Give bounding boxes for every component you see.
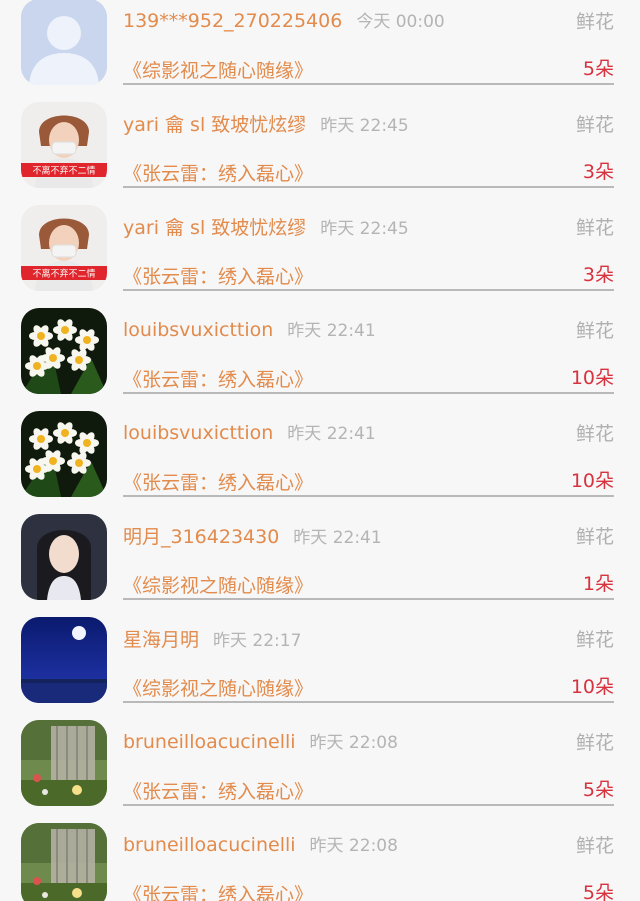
user-name[interactable]: bruneilloacucinelli 昨天 22:08 — [123, 728, 398, 753]
timestamp: 昨天 22:45 — [320, 219, 409, 239]
user-name[interactable]: louibsvuxicttion 昨天 22:41 — [123, 419, 376, 444]
user-name-text: yari 龠 sl 致坡忧炫缪 — [123, 217, 307, 239]
svg-text:不离不弃不二情: 不离不弃不二情 — [32, 268, 95, 280]
user-name-text: 明月_316423430 — [123, 526, 280, 548]
timestamp: 今天 00:00 — [356, 12, 445, 32]
gift-record-list: 139***952_270225406 今天 00:00 鲜花 《综影视之随心随缘… — [0, 0, 640, 901]
user-name-text: bruneilloacucinelli — [123, 834, 296, 856]
moon-night-avatar[interactable] — [21, 617, 107, 703]
user-name-text: bruneilloacucinelli — [123, 731, 296, 753]
book-title-link[interactable]: 《张云雷：绣入磊心》 — [123, 880, 313, 901]
flower-count: 1朵 — [582, 573, 614, 595]
book-title-link[interactable]: 《张云雷：绣入磊心》 — [123, 777, 313, 804]
user-name[interactable]: 星海月明 昨天 22:17 — [123, 625, 301, 652]
person-masked-avatar[interactable]: 不离不弃不二情 — [21, 102, 107, 188]
divider — [123, 701, 614, 703]
user-name[interactable]: yari 龠 sl 致坡忧炫缪 昨天 22:45 — [123, 213, 409, 240]
divider — [123, 392, 614, 394]
user-name-text: yari 龠 sl 致坡忧炫缪 — [123, 114, 307, 136]
gift-type-label: 鲜花 — [575, 526, 614, 548]
list-item[interactable]: 星海月明 昨天 22:17 鲜花 《综影视之随心随缘》 10朵 — [0, 601, 640, 704]
book-title-link[interactable]: 《综影视之随心随缘》 — [123, 674, 313, 701]
user-name[interactable]: 明月_316423430 昨天 22:41 — [123, 522, 382, 549]
list-item[interactable]: louibsvuxicttion 昨天 22:41 鲜花 《张云雷：绣入磊心》 1… — [0, 395, 640, 498]
timestamp: 昨天 22:41 — [287, 321, 376, 341]
flower-count: 5朵 — [582, 58, 614, 80]
timestamp: 昨天 22:08 — [309, 836, 398, 856]
divider — [123, 495, 614, 497]
list-item[interactable]: 不离不弃不二情 yari 龠 sl 致坡忧炫缪 昨天 22:45 鲜花 《张云雷：… — [0, 86, 640, 189]
gift-type-label: 鲜花 — [575, 732, 614, 754]
default-avatar[interactable] — [21, 0, 107, 85]
list-item[interactable]: bruneilloacucinelli 昨天 22:08 鲜花 《张云雷：绣入磊心… — [0, 704, 640, 807]
user-name[interactable]: 139***952_270225406 今天 00:00 — [123, 7, 445, 32]
book-title-link[interactable]: 《张云雷：绣入磊心》 — [123, 365, 313, 392]
daffodil-avatar[interactable] — [21, 308, 107, 394]
gift-type-label: 鲜花 — [575, 423, 614, 445]
timestamp: 昨天 22:41 — [293, 528, 382, 548]
flower-count: 10朵 — [570, 470, 614, 492]
gift-type-label: 鲜花 — [575, 835, 614, 857]
gift-type-label: 鲜花 — [575, 320, 614, 342]
user-name-text: 139***952_270225406 — [123, 10, 343, 32]
divider — [123, 804, 614, 806]
user-name[interactable]: bruneilloacucinelli 昨天 22:08 — [123, 831, 398, 856]
book-title-link[interactable]: 《张云雷：绣入磊心》 — [123, 262, 313, 289]
user-name-text: louibsvuxicttion — [123, 319, 274, 341]
girl-portrait-avatar[interactable] — [21, 514, 107, 600]
flower-count: 10朵 — [570, 676, 614, 698]
divider — [123, 289, 614, 291]
flower-count: 3朵 — [582, 264, 614, 286]
timestamp: 昨天 22:45 — [320, 116, 409, 136]
flower-count: 5朵 — [582, 882, 614, 901]
flower-count: 10朵 — [570, 367, 614, 389]
divider — [123, 598, 614, 600]
flower-count: 5朵 — [582, 779, 614, 801]
timestamp: 昨天 22:17 — [213, 631, 302, 651]
book-title-link[interactable]: 《综影视之随心随缘》 — [123, 56, 313, 83]
list-item[interactable]: 不离不弃不二情 yari 龠 sl 致坡忧炫缪 昨天 22:45 鲜花 《张云雷：… — [0, 189, 640, 292]
list-item[interactable]: 139***952_270225406 今天 00:00 鲜花 《综影视之随心随缘… — [0, 0, 640, 86]
gift-type-label: 鲜花 — [575, 114, 614, 136]
garden-gate-avatar[interactable] — [21, 720, 107, 806]
list-item[interactable]: louibsvuxicttion 昨天 22:41 鲜花 《张云雷：绣入磊心》 1… — [0, 292, 640, 395]
gift-type-label: 鲜花 — [575, 217, 614, 239]
daffodil-avatar[interactable] — [21, 411, 107, 497]
person-masked-avatar[interactable]: 不离不弃不二情 — [21, 205, 107, 291]
book-title-link[interactable]: 《张云雷：绣入磊心》 — [123, 159, 313, 186]
gift-type-label: 鲜花 — [575, 629, 614, 651]
user-name-text: louibsvuxicttion — [123, 422, 274, 444]
garden-gate-avatar[interactable] — [21, 823, 107, 901]
book-title-link[interactable]: 《张云雷：绣入磊心》 — [123, 468, 313, 495]
timestamp: 昨天 22:08 — [309, 733, 398, 753]
gift-type-label: 鲜花 — [575, 11, 614, 33]
user-name[interactable]: yari 龠 sl 致坡忧炫缪 昨天 22:45 — [123, 110, 409, 137]
list-item[interactable]: 明月_316423430 昨天 22:41 鲜花 《综影视之随心随缘》 1朵 — [0, 498, 640, 601]
book-title-link[interactable]: 《综影视之随心随缘》 — [123, 571, 313, 598]
divider — [123, 186, 614, 188]
timestamp: 昨天 22:41 — [287, 424, 376, 444]
user-name-text: 星海月明 — [123, 629, 200, 651]
flower-count: 3朵 — [582, 161, 614, 183]
list-item[interactable]: bruneilloacucinelli 昨天 22:08 鲜花 《张云雷：绣入磊心… — [0, 807, 640, 901]
divider — [123, 83, 614, 85]
user-name[interactable]: louibsvuxicttion 昨天 22:41 — [123, 316, 376, 341]
svg-text:不离不弃不二情: 不离不弃不二情 — [32, 165, 95, 177]
